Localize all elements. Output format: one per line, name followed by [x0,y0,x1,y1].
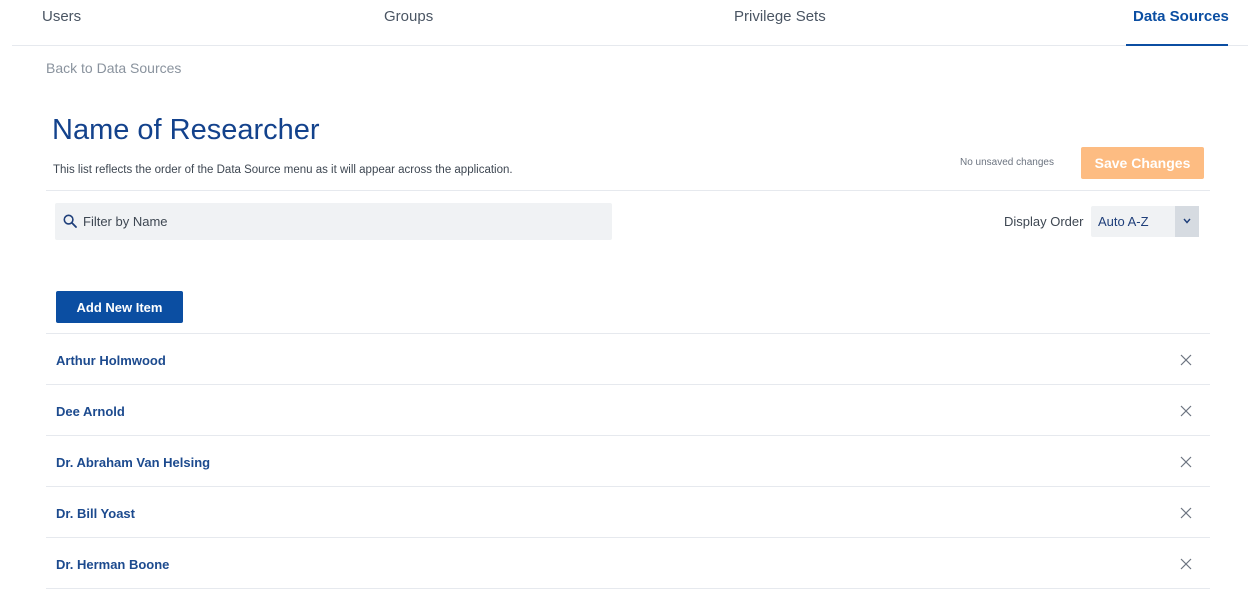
chevron-down-icon [1183,218,1191,224]
display-order-label: Display Order [1004,214,1084,229]
top-tabs: Users Groups Privilege Sets Data Sources [12,0,1248,46]
tab-users[interactable]: Users [42,8,81,25]
page-title: Name of Researcher [52,114,320,146]
close-icon[interactable] [1179,557,1193,571]
tab-privilege-sets[interactable]: Privilege Sets [734,8,826,25]
page-subtitle: This list reflects the order of the Data… [53,164,513,176]
list-item-name[interactable]: Dr. Bill Yoast [56,506,135,521]
close-icon[interactable] [1179,353,1193,367]
active-tab-indicator [1126,44,1228,46]
list-item: Arthur Holmwood [46,334,1210,385]
tab-data-sources[interactable]: Data Sources [1133,8,1229,25]
tab-groups[interactable]: Groups [384,8,433,25]
data-source-list: Arthur Holmwood Dee Arnold Dr. Abraham V… [46,333,1210,589]
list-item: Dr. Herman Boone [46,538,1210,589]
page: Users Groups Privilege Sets Data Sources… [0,0,1259,596]
back-to-data-sources-link[interactable]: Back to Data Sources [46,60,181,76]
add-new-item-button[interactable]: Add New Item [56,291,183,323]
list-item: Dr. Abraham Van Helsing [46,436,1210,487]
filter-box[interactable] [55,203,612,240]
list-item: Dee Arnold [46,385,1210,436]
header-divider [46,190,1210,191]
display-order-toggle[interactable] [1175,206,1199,237]
display-order-select[interactable]: Auto A-Z [1091,206,1199,237]
list-item-name[interactable]: Dr. Herman Boone [56,557,169,572]
close-icon[interactable] [1179,455,1193,469]
filter-by-name-input[interactable] [83,203,603,240]
display-order-value: Auto A-Z [1098,214,1149,229]
list-item-name[interactable]: Dr. Abraham Van Helsing [56,455,210,470]
save-status: No unsaved changes [960,157,1054,168]
search-icon [63,214,77,228]
close-icon[interactable] [1179,404,1193,418]
close-icon[interactable] [1179,506,1193,520]
list-item-name[interactable]: Dee Arnold [56,404,125,419]
save-changes-button[interactable]: Save Changes [1081,147,1204,179]
list-item: Dr. Bill Yoast [46,487,1210,538]
list-item-name[interactable]: Arthur Holmwood [56,353,166,368]
